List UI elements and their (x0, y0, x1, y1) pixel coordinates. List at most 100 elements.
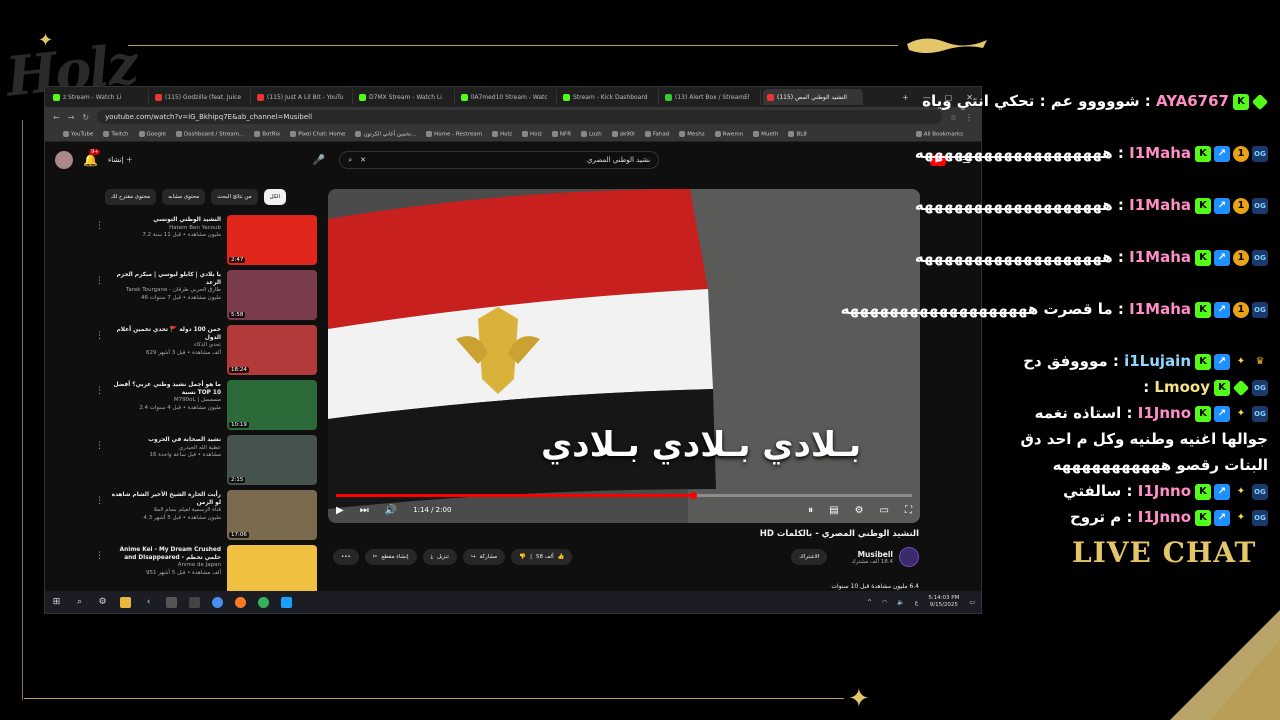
browser-tab[interactable]: (115) Godzilla (feat. Juice (151, 89, 251, 105)
volume-icon[interactable]: 🔊 (385, 505, 397, 516)
chat-username[interactable]: I1Maha (1129, 248, 1191, 266)
bookmark-item[interactable]: تخمين أغاني الكرتون... (355, 130, 416, 137)
recommendation-title[interactable]: رأيت الحارة الشيخ الأخير الشام شاهدة لو … (107, 492, 221, 507)
recommendation-channel[interactable]: قناة الرسمية لفيلم بسام الملا (107, 507, 221, 515)
clip-button[interactable]: ✂ إنشاء مقطع (364, 549, 417, 565)
recommendation-title[interactable]: نشيد الصحابة في الحروب (107, 437, 221, 445)
recommendation-title[interactable]: النشيد الوطني التونسي (107, 217, 221, 225)
recommendation-item[interactable]: ⋮ ما هو أجمل نشيد وطني عربي؟ أفضل نسبة TO… (95, 380, 317, 435)
tray-arrow-icon[interactable]: ^ (867, 599, 872, 606)
next-icon[interactable]: ⏭ (360, 505, 369, 516)
fullscreen-icon[interactable]: ⛶ (905, 505, 912, 516)
chat-username[interactable]: i1Lujain (1124, 352, 1191, 370)
search-icon[interactable]: ⌕ (348, 156, 352, 165)
chip-active[interactable]: الكل (263, 189, 286, 205)
search-input[interactable]: نشيد الوطني المصري (587, 156, 650, 164)
back-arrow-icon[interactable]: ‹ (143, 597, 154, 608)
browser-tab[interactable]: (13) Alert Box / StreamEl (661, 89, 761, 105)
chat-username[interactable]: AYA6767 (1156, 92, 1229, 110)
chip[interactable]: من نتائج البحث (211, 189, 258, 205)
create-button[interactable]: إنشاء ＋ (108, 155, 133, 165)
browser-tab-active[interactable]: (115) النشيد الوطني المص (763, 89, 863, 105)
recommendation-title[interactable]: خمن 100 دولة 🚩 تحدي تخمين أعلام الدول (107, 327, 221, 342)
more-options-icon[interactable]: ⋮ (95, 435, 104, 490)
recommendation-title[interactable]: Anime Kei - My Dream Crushed and Disappe… (107, 547, 221, 562)
captions-icon[interactable]: ▤ (829, 505, 838, 516)
bookmark-item[interactable]: Home - Restream (426, 130, 482, 137)
theater-mode-icon[interactable]: ▭ (880, 505, 889, 516)
chat-username[interactable]: I1Jnno (1138, 482, 1191, 500)
settings-gear-icon[interactable]: ⚙ (97, 597, 108, 608)
recommendation-channel[interactable]: عطية الله الحيدري (107, 445, 221, 453)
video-thumbnail[interactable]: 18:24 (227, 325, 317, 375)
channel-avatar[interactable] (899, 547, 919, 567)
clear-search-icon[interactable]: ✕ (360, 156, 366, 164)
steam-icon[interactable] (281, 596, 292, 608)
browser-tab[interactable]: z Stream - Watch Li (49, 89, 149, 105)
notification-icon[interactable]: ▭ (969, 599, 975, 606)
browser-tab[interactable]: llA7med10 Stream - Watc (457, 89, 557, 105)
more-options-icon[interactable]: ⋮ (95, 215, 104, 270)
chat-username[interactable]: I1Maha (1129, 196, 1191, 214)
recommendation-channel[interactable]: تحدي الذكاء (107, 342, 221, 350)
bookmark-item[interactable]: Google (138, 130, 166, 137)
video-thumbnail[interactable]: 10:19 (227, 380, 317, 430)
file-explorer-icon[interactable] (120, 596, 131, 608)
more-options-icon[interactable]: ⋮ (95, 325, 104, 380)
bookmark-item[interactable]: All Bookmarks (915, 130, 963, 137)
back-icon[interactable]: ← (53, 113, 60, 122)
recommendation-channel[interactable]: M790oL | مسمسل (107, 397, 221, 405)
chat-username[interactable]: I1Jnno (1138, 404, 1191, 422)
recommendation-channel[interactable]: Tarek Tourgane - طارق الحربي طرقان (107, 287, 221, 295)
url-field[interactable]: youtube.com/watch?v=iG_Bkhipq7E&ab_chann… (97, 110, 942, 124)
clock[interactable]: 5:14:03 PM 9/15/2025 (928, 595, 959, 609)
chat-username[interactable]: Lmooy (1154, 378, 1210, 396)
subscribe-button[interactable]: الاشتراك (791, 549, 828, 565)
more-actions-button[interactable]: ••• (333, 549, 359, 565)
chat-username[interactable]: I1Maha (1129, 300, 1191, 318)
app-icon[interactable] (166, 596, 177, 608)
video-thumbnail[interactable]: 2:15 (227, 435, 317, 485)
settings-gear-icon[interactable]: ⚙ (855, 505, 864, 516)
new-tab-icon[interactable]: + (902, 93, 909, 102)
browser-tab[interactable]: Stream - Kick Dashboard (559, 89, 659, 105)
more-options-icon[interactable]: ⋮ (95, 380, 104, 435)
share-button[interactable]: ↪ مشاركة (462, 549, 506, 565)
recommendation-channel[interactable]: Anime de Japan (107, 562, 221, 570)
app-icon[interactable] (189, 596, 200, 608)
reload-icon[interactable]: ↻ (82, 113, 89, 122)
search-box[interactable]: ⌕ ✕ نشيد الوطني المصري (339, 151, 660, 169)
chip[interactable]: محتوى مقترح لك (105, 189, 157, 205)
bookmark-item[interactable]: Dashboard / Stream... (175, 130, 244, 137)
video-thumbnail[interactable]: 17:06 (227, 490, 317, 540)
bookmark-item[interactable]: Fahad (644, 130, 669, 137)
bookmark-item[interactable]: Meshz (679, 130, 705, 137)
chrome-active-icon[interactable] (258, 596, 269, 608)
download-button[interactable]: ⤓ تنزيل (422, 549, 457, 565)
volume-icon[interactable]: 🔈 (897, 599, 904, 606)
recommendation-item[interactable]: ⋮ يا بلادي | كابلو لبوسي | مبكرم الحزم ال… (95, 270, 317, 325)
recommendation-item[interactable]: ⋮ النشيد الوطني التونسي Hatem Ben Yacoub 7.… (95, 215, 317, 270)
bookmark-item[interactable]: Pixel Chat: Home (290, 130, 345, 137)
bookmark-item[interactable]: Holz (522, 130, 542, 137)
firefox-icon[interactable] (235, 596, 246, 608)
recommendation-item[interactable]: ⋮ رأيت الحارة الشيخ الأخير الشام شاهدة لو… (95, 490, 317, 545)
video-player[interactable]: بـلادي بـلادي بـلادي ▶ ⏭ 🔊 1:14 / 2:00 ⏸… (328, 189, 920, 523)
mic-icon[interactable]: 🎤 (313, 155, 325, 166)
language-indicator[interactable]: ع (915, 599, 919, 606)
bookmark-item[interactable]: Lozh (581, 130, 602, 137)
video-thumbnail[interactable]: 2:47 (227, 215, 317, 265)
recommendation-title[interactable]: ما هو أجمل نشيد وطني عربي؟ أفضل نسبة TOP… (107, 382, 221, 397)
like-dislike-button[interactable]: 👎 | 58 ألف 👍 (511, 549, 573, 565)
bookmark-item[interactable]: NFR (551, 130, 571, 137)
chrome-icon[interactable] (212, 596, 223, 608)
bookmark-item[interactable]: BotRix (254, 130, 280, 137)
recommendation-item[interactable]: ⋮ نشيد الصحابة في الحروب عطية الله الحيدري… (95, 435, 317, 490)
search-icon[interactable]: ⌕ (74, 597, 85, 608)
chip[interactable]: محتوى مشابه (162, 189, 206, 205)
forward-icon[interactable]: → (68, 113, 75, 122)
video-thumbnail[interactable] (227, 545, 317, 595)
more-options-icon[interactable]: ⋮ (95, 490, 104, 545)
avatar[interactable] (55, 151, 73, 169)
windows-start-icon[interactable]: ⊞ (51, 597, 62, 608)
